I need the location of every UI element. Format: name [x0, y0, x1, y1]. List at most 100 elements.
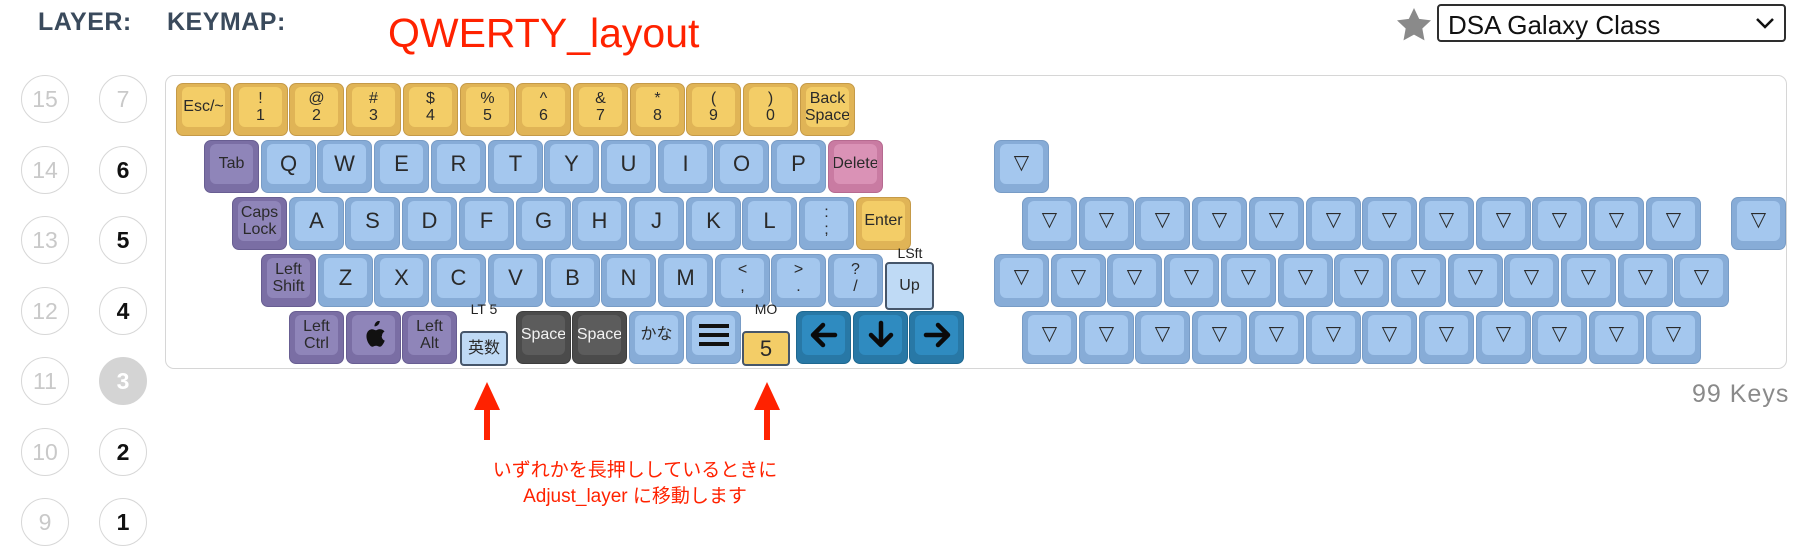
key-blank[interactable]: ? / — [828, 254, 883, 307]
key-left-ctrl[interactable]: Left Ctrl — [289, 311, 344, 364]
key-up[interactable]: Up — [885, 262, 934, 310]
key-kana[interactable]: かな — [629, 311, 684, 364]
key-x[interactable]: X — [374, 254, 429, 307]
key-transparent[interactable]: ▽ — [1646, 311, 1701, 364]
layer-button-6[interactable]: 6 — [99, 145, 147, 194]
key-transparent[interactable]: ▽ — [1362, 311, 1417, 364]
layer-button-15[interactable]: 15 — [21, 75, 69, 123]
key-5[interactable]: % 5 — [460, 83, 515, 136]
key-k[interactable]: K — [686, 197, 741, 250]
key-transparent[interactable]: ▽ — [1306, 311, 1361, 364]
key-transparent[interactable]: ▽ — [1674, 254, 1729, 307]
key-m[interactable]: M — [658, 254, 713, 307]
key-f[interactable]: F — [459, 197, 514, 250]
key-delete[interactable]: Delete — [828, 140, 883, 193]
key-space-2[interactable]: Space — [572, 311, 627, 364]
key-left-shift[interactable]: Left Shift — [261, 254, 316, 307]
key-enter[interactable]: Enter — [856, 197, 911, 250]
key-transparent[interactable]: ▽ — [1192, 197, 1247, 250]
key-transparent[interactable]: ▽ — [1221, 254, 1276, 307]
key-transparent[interactable]: ▽ — [1532, 311, 1587, 364]
key-mo-5[interactable]: 5 — [742, 331, 790, 366]
key-transparent[interactable]: ▽ — [1646, 197, 1701, 250]
key-transparent[interactable]: ▽ — [1079, 311, 1134, 364]
key-a[interactable]: A — [289, 197, 344, 250]
key-9[interactable]: (9 — [686, 83, 741, 136]
key-transparent[interactable]: ▽ — [1249, 197, 1304, 250]
key-q[interactable]: Q — [261, 140, 316, 193]
key-left-alt[interactable]: Left Alt — [402, 311, 457, 364]
key-transparent[interactable]: ▽ — [1051, 254, 1106, 307]
key-transparent[interactable]: ▽ — [1135, 197, 1190, 250]
keyset-select[interactable]: DSA Galaxy Class — [1437, 4, 1786, 42]
layer-button-13[interactable]: 13 — [21, 216, 69, 264]
key-0[interactable]: ) 0 — [743, 83, 798, 136]
key-transparent[interactable]: ▽ — [1334, 254, 1389, 307]
key-3[interactable]: #3 — [346, 83, 401, 136]
key-transparent[interactable]: ▽ — [1618, 254, 1673, 307]
key-menu[interactable] — [686, 311, 741, 364]
key-esc[interactable]: Esc/~ — [176, 83, 231, 136]
layer-button-3[interactable]: 3 — [99, 357, 147, 405]
layer-button-9[interactable]: 9 — [21, 498, 69, 546]
key-tab[interactable]: Tab — [204, 140, 259, 193]
key-y[interactable]: Y — [544, 140, 599, 193]
key-b[interactable]: B — [545, 254, 600, 307]
layer-button-2[interactable]: 2 — [99, 427, 147, 476]
key-transparent[interactable]: ▽ — [1731, 197, 1786, 250]
layer-button-4[interactable]: 4 — [99, 286, 147, 335]
key-z[interactable]: Z — [318, 254, 373, 307]
key-transparent[interactable]: ▽ — [1419, 311, 1474, 364]
key-transparent[interactable]: ▽ — [994, 254, 1049, 307]
key-transparent[interactable]: ▽ — [1362, 197, 1417, 250]
star-icon[interactable] — [1393, 5, 1435, 50]
key-transparent[interactable]: ▽ — [1192, 311, 1247, 364]
key-transparent[interactable]: ▽ — [1306, 197, 1361, 250]
key-transparent[interactable]: ▽ — [994, 140, 1049, 193]
key-arrow-down[interactable] — [853, 311, 908, 364]
layer-button-12[interactable]: 12 — [21, 286, 69, 335]
key-caps-lock[interactable]: Caps Lock — [232, 197, 287, 250]
layer-button-7[interactable]: 7 — [99, 75, 147, 123]
key-transparent[interactable]: ▽ — [1504, 254, 1559, 307]
key-transparent[interactable]: ▽ — [1589, 311, 1644, 364]
keymap-title[interactable]: QWERTY_layout — [388, 10, 699, 57]
key-8[interactable]: * 8 — [630, 83, 685, 136]
key-v[interactable]: V — [488, 254, 543, 307]
key-l[interactable]: L — [742, 197, 797, 250]
key-transparent[interactable]: ▽ — [1022, 311, 1077, 364]
key-p[interactable]: P — [771, 140, 826, 193]
key-u[interactable]: U — [601, 140, 656, 193]
key-transparent[interactable]: ▽ — [1476, 311, 1531, 364]
key-transparent[interactable]: ▽ — [1532, 197, 1587, 250]
key-blank[interactable]: <, — [715, 254, 770, 307]
key-space-1[interactable]: Space — [516, 311, 571, 364]
key-transparent[interactable]: ▽ — [1079, 197, 1134, 250]
key-transparent[interactable]: ▽ — [1022, 197, 1077, 250]
key-j[interactable]: J — [629, 197, 684, 250]
key-i[interactable]: I — [658, 140, 713, 193]
key-transparent[interactable]: ▽ — [1448, 254, 1503, 307]
key-transparent[interactable]: ▽ — [1561, 254, 1616, 307]
key-transparent[interactable]: ▽ — [1391, 254, 1446, 307]
key-w[interactable]: W — [317, 140, 372, 193]
key-o[interactable]: O — [714, 140, 769, 193]
key-h[interactable]: H — [572, 197, 627, 250]
key-s[interactable]: S — [345, 197, 400, 250]
key-transparent[interactable]: ▽ — [1164, 254, 1219, 307]
key-transparent[interactable]: ▽ — [1278, 254, 1333, 307]
key-apple[interactable] — [346, 311, 401, 364]
key-blank[interactable]: :; — [799, 197, 854, 250]
layer-button-1[interactable]: 1 — [99, 498, 147, 546]
layer-button-5[interactable]: 5 — [99, 216, 147, 264]
key-2[interactable]: @2 — [289, 83, 344, 136]
key-g[interactable]: G — [516, 197, 571, 250]
layer-button-10[interactable]: 10 — [21, 427, 69, 476]
key-n[interactable]: N — [601, 254, 656, 307]
key-6[interactable]: ^ 6 — [516, 83, 571, 136]
key-eisu[interactable]: 英数 — [460, 331, 508, 366]
layer-button-14[interactable]: 14 — [21, 145, 69, 194]
key-transparent[interactable]: ▽ — [1107, 254, 1162, 307]
key-arrow-right[interactable] — [909, 311, 964, 364]
key-4[interactable]: $4 — [403, 83, 458, 136]
